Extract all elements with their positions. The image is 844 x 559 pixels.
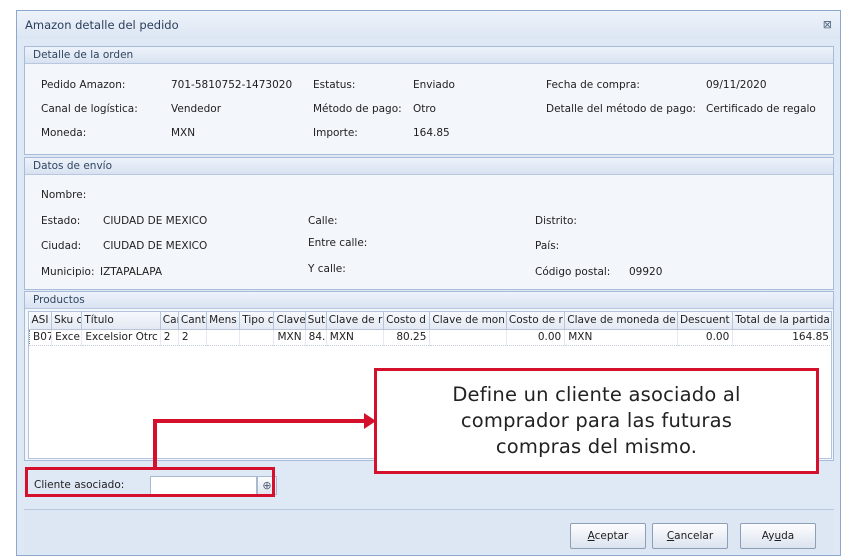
ciudad-label: Ciudad: <box>41 240 82 252</box>
callout-box: Define un cliente asociado al comprador … <box>374 368 819 474</box>
callout-line: comprador para las futuras <box>460 409 733 432</box>
column-header[interactable]: ASI <box>29 312 53 330</box>
column-header[interactable]: Sut <box>305 312 327 330</box>
column-header[interactable]: Descuent <box>677 312 734 330</box>
cp-label: Código postal: <box>535 266 611 278</box>
table-cell <box>239 329 275 346</box>
detalle-metodo-value: Certificado de regalo <box>706 103 816 115</box>
pais-label: País: <box>535 240 560 252</box>
table-cell: B07 <box>29 329 53 346</box>
column-header[interactable]: Tipo c <box>239 312 275 330</box>
y-calle-label: Y calle: <box>308 263 346 275</box>
column-header[interactable]: Total de la partida <box>732 312 831 330</box>
table-cell: Excelsior Otrc <box>81 329 161 346</box>
shipping-group: Datos de envío Nombre: Estado: CIUDAD DE… <box>24 157 834 290</box>
estatus-label: Estatus: <box>313 79 356 91</box>
detalle-metodo-label: Detalle del método de pago: <box>546 103 696 115</box>
municipio-label: Municipio: <box>41 266 95 278</box>
table-cell: 84. <box>305 329 327 346</box>
moneda-value: MXN <box>171 127 196 139</box>
canal-value: Vendedor <box>171 103 222 115</box>
pedido-label: Pedido Amazon: <box>41 79 126 91</box>
table-cell: MXN <box>564 329 678 346</box>
estatus-value: Enviado <box>413 79 455 91</box>
cancelar-button[interactable]: Cancelar <box>652 523 728 549</box>
close-icon[interactable]: ⊠ <box>823 18 832 31</box>
cliente-highlight-box <box>25 467 275 497</box>
grid-header-row: ASI Sku c Título Car Canti Mens Tipo c C… <box>29 312 831 330</box>
table-cell: 80.25 <box>383 329 431 346</box>
table-cell <box>429 329 507 346</box>
column-header[interactable]: Mens <box>206 312 241 330</box>
table-cell: MXN <box>273 329 306 346</box>
calle-label: Calle: <box>308 215 338 227</box>
aceptar-button[interactable]: Aceptar <box>570 523 646 549</box>
metodo-value: Otro <box>413 103 436 115</box>
column-header[interactable]: Sku c <box>51 312 83 330</box>
callout-line: compras del mismo. <box>495 435 698 458</box>
column-header[interactable]: Título <box>81 312 161 330</box>
ciudad-value: CIUDAD DE MEXICO <box>103 240 208 252</box>
canal-label: Canal de logística: <box>41 103 138 115</box>
metodo-label: Método de pago: <box>313 103 402 115</box>
column-header[interactable]: Canti <box>178 312 208 330</box>
importe-label: Importe: <box>313 127 358 139</box>
estado-value: CIUDAD DE MEXICO <box>103 215 208 227</box>
moneda-label: Moneda: <box>41 127 87 139</box>
column-header[interactable]: Clave de moneda de <box>564 312 678 330</box>
fecha-label: Fecha de compra: <box>546 79 640 91</box>
column-header[interactable]: Clave <box>273 312 306 330</box>
order-detail-group: Detalle de la orden Pedido Amazon: 701-5… <box>24 46 834 155</box>
title-bar: Amazon detalle del pedido ⊠ <box>17 11 840 39</box>
distrito-label: Distrito: <box>535 215 577 227</box>
table-cell: 164.85 <box>732 329 831 346</box>
table-cell <box>206 329 241 346</box>
shipping-header: Datos de envío <box>25 158 833 175</box>
cp-value: 09920 <box>629 266 663 278</box>
window-title: Amazon detalle del pedido <box>25 18 179 32</box>
order-detail-header: Detalle de la orden <box>25 47 833 64</box>
column-header[interactable]: Costo de r <box>506 312 566 330</box>
column-header[interactable]: Clave de mon <box>429 312 507 330</box>
products-header: Productos <box>25 292 833 309</box>
table-cell: 2 <box>160 329 179 346</box>
column-header[interactable]: Car <box>160 312 179 330</box>
fecha-value: 09/11/2020 <box>706 79 767 91</box>
nombre-label: Nombre: <box>41 189 87 201</box>
importe-value: 164.85 <box>413 127 450 139</box>
municipio-value: IZTAPALAPA <box>100 266 163 278</box>
pedido-value: 701-5810752-1473020 <box>171 79 293 91</box>
button-bar: Aceptar Cancelar Ayuda <box>24 509 834 553</box>
estado-label: Estado: <box>41 215 81 227</box>
table-cell: Exce <box>51 329 83 346</box>
table-cell: MXN <box>326 329 385 346</box>
column-header[interactable]: Costo d <box>383 312 431 330</box>
table-cell: 0.00 <box>677 329 734 346</box>
entre-calle-label: Entre calle: <box>308 237 368 249</box>
table-row[interactable]: B07 Exce Excelsior Otrc 2 2 MXN 84. MXN … <box>29 329 831 346</box>
table-cell: 2 <box>178 329 208 346</box>
ayuda-button[interactable]: Ayuda <box>740 523 816 549</box>
connector-line-vertical <box>153 419 157 468</box>
table-cell: 0.00 <box>506 329 566 346</box>
callout-line: Define un cliente asociado al <box>452 383 741 406</box>
column-header[interactable]: Clave de r <box>326 312 385 330</box>
connector-line-horizontal <box>153 419 366 423</box>
